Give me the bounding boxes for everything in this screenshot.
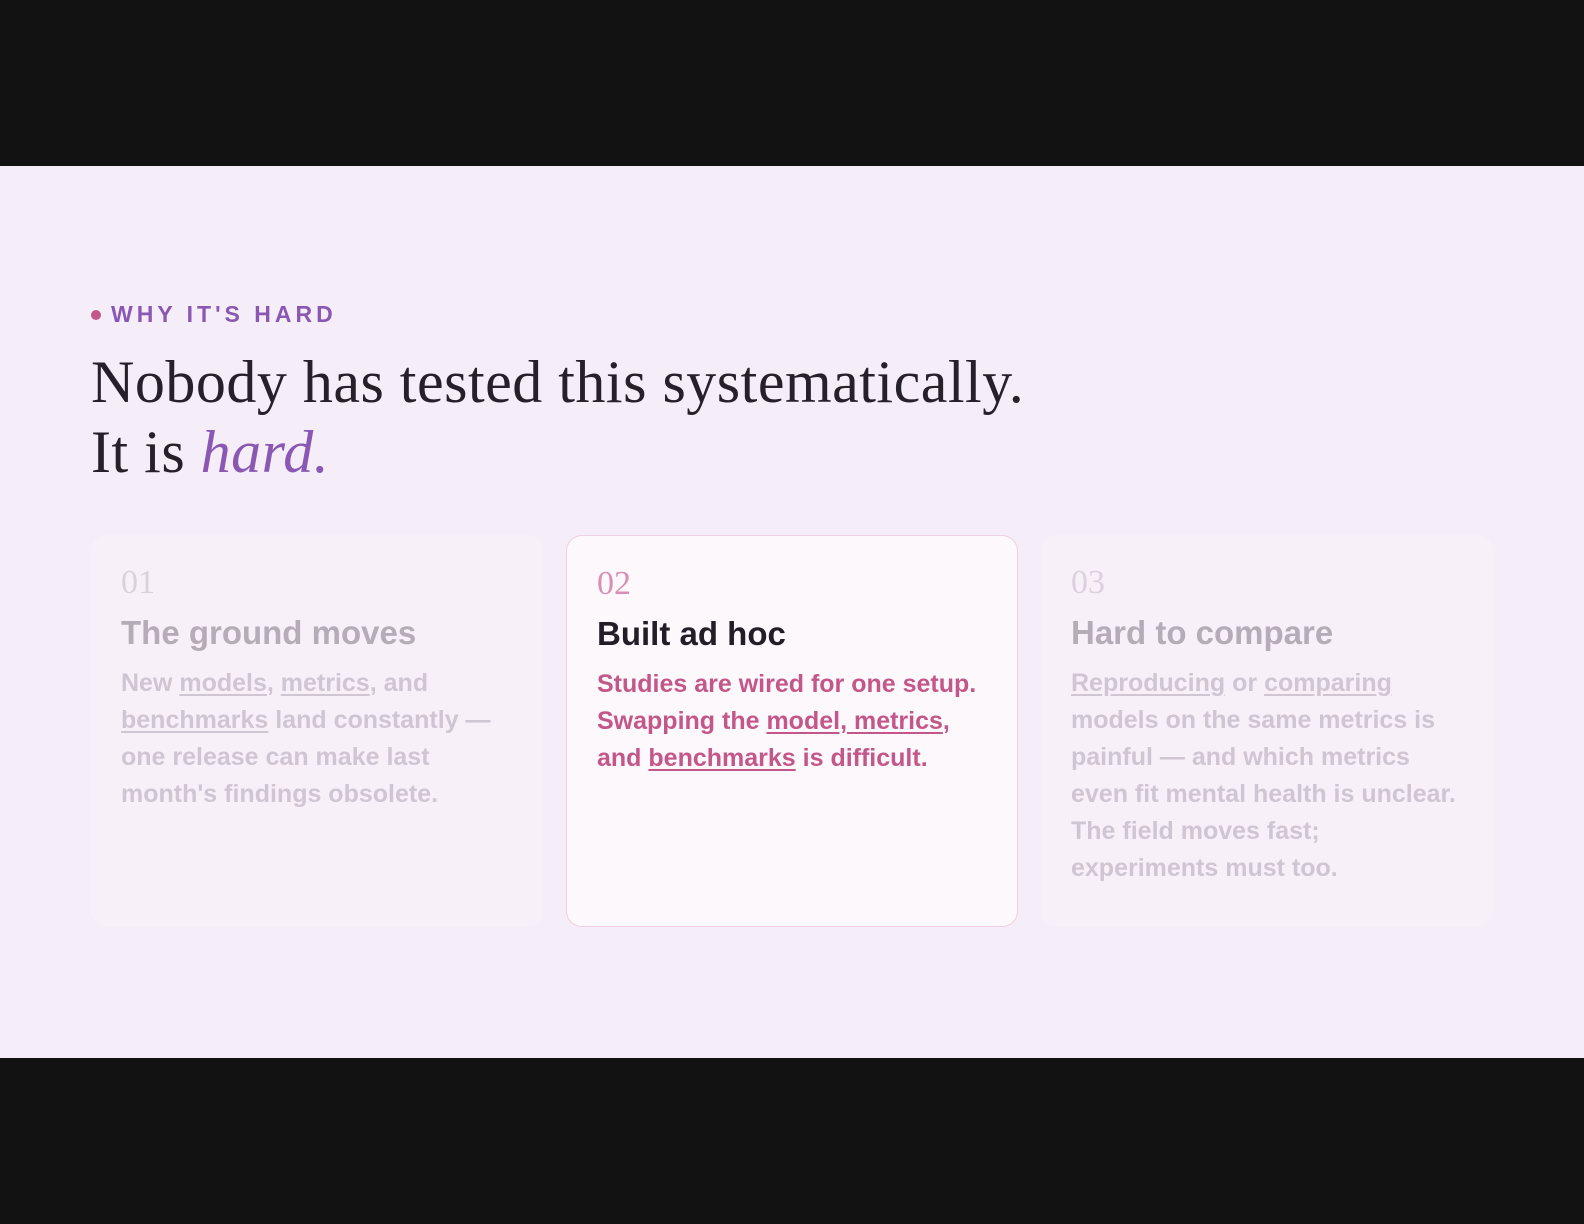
card-body-text: models on the same metrics is painful — …: [1071, 706, 1456, 882]
link-benchmarks[interactable]: benchmarks: [121, 706, 268, 734]
headline-emphasis: hard.: [200, 419, 330, 485]
card-title: Built ad hoc: [597, 615, 786, 652]
card-number: 01: [121, 564, 155, 601]
card-body: New models, metrics, and benchmarks land…: [121, 665, 513, 813]
card-ground-moves[interactable]: 01 The ground moves New models, metrics,…: [91, 535, 543, 927]
card-number: 03: [1071, 564, 1105, 601]
link-reproducing[interactable]: Reproducing: [1071, 669, 1225, 697]
link-benchmarks[interactable]: benchmarks: [648, 744, 795, 772]
card-title: The ground moves: [121, 614, 417, 651]
card-body-text: , and: [369, 669, 429, 697]
headline-line-1: Nobody has tested this systematically.: [91, 349, 1025, 415]
card-number: 02: [597, 565, 631, 602]
card-hard-to-compare[interactable]: 03 Hard to compare Reproducing or compar…: [1041, 535, 1493, 927]
link-model-metrics[interactable]: model, metrics: [766, 707, 942, 735]
eyebrow-label: WHY IT'S HARD: [111, 301, 337, 327]
headline-line-2: It is hard.: [91, 417, 1024, 487]
bullet-dot-icon: [91, 309, 101, 320]
card-body-text: ,: [266, 669, 281, 697]
card-body-text: or: [1225, 669, 1265, 697]
presentation-frame: WHY IT'S HARD Nobody has tested this sys…: [0, 0, 1584, 1224]
section-eyebrow: WHY IT'S HARD: [91, 301, 337, 328]
headline-line-2-prefix: It is: [91, 419, 186, 485]
card-body-text: is difficult.: [795, 744, 928, 772]
link-models[interactable]: models: [179, 669, 267, 697]
card-body-text: New: [121, 669, 180, 697]
link-comparing[interactable]: comparing: [1264, 669, 1392, 697]
card-body: Reproducing or comparing models on the s…: [1071, 665, 1463, 887]
card-built-ad-hoc[interactable]: 02 Built ad hoc Studies are wired for on…: [566, 535, 1018, 927]
link-metrics[interactable]: metrics: [281, 669, 370, 697]
headline: Nobody has tested this systematically. I…: [91, 347, 1024, 487]
card-body: Studies are wired for one setup. Swappin…: [597, 666, 987, 777]
card-title: Hard to compare: [1071, 614, 1334, 651]
